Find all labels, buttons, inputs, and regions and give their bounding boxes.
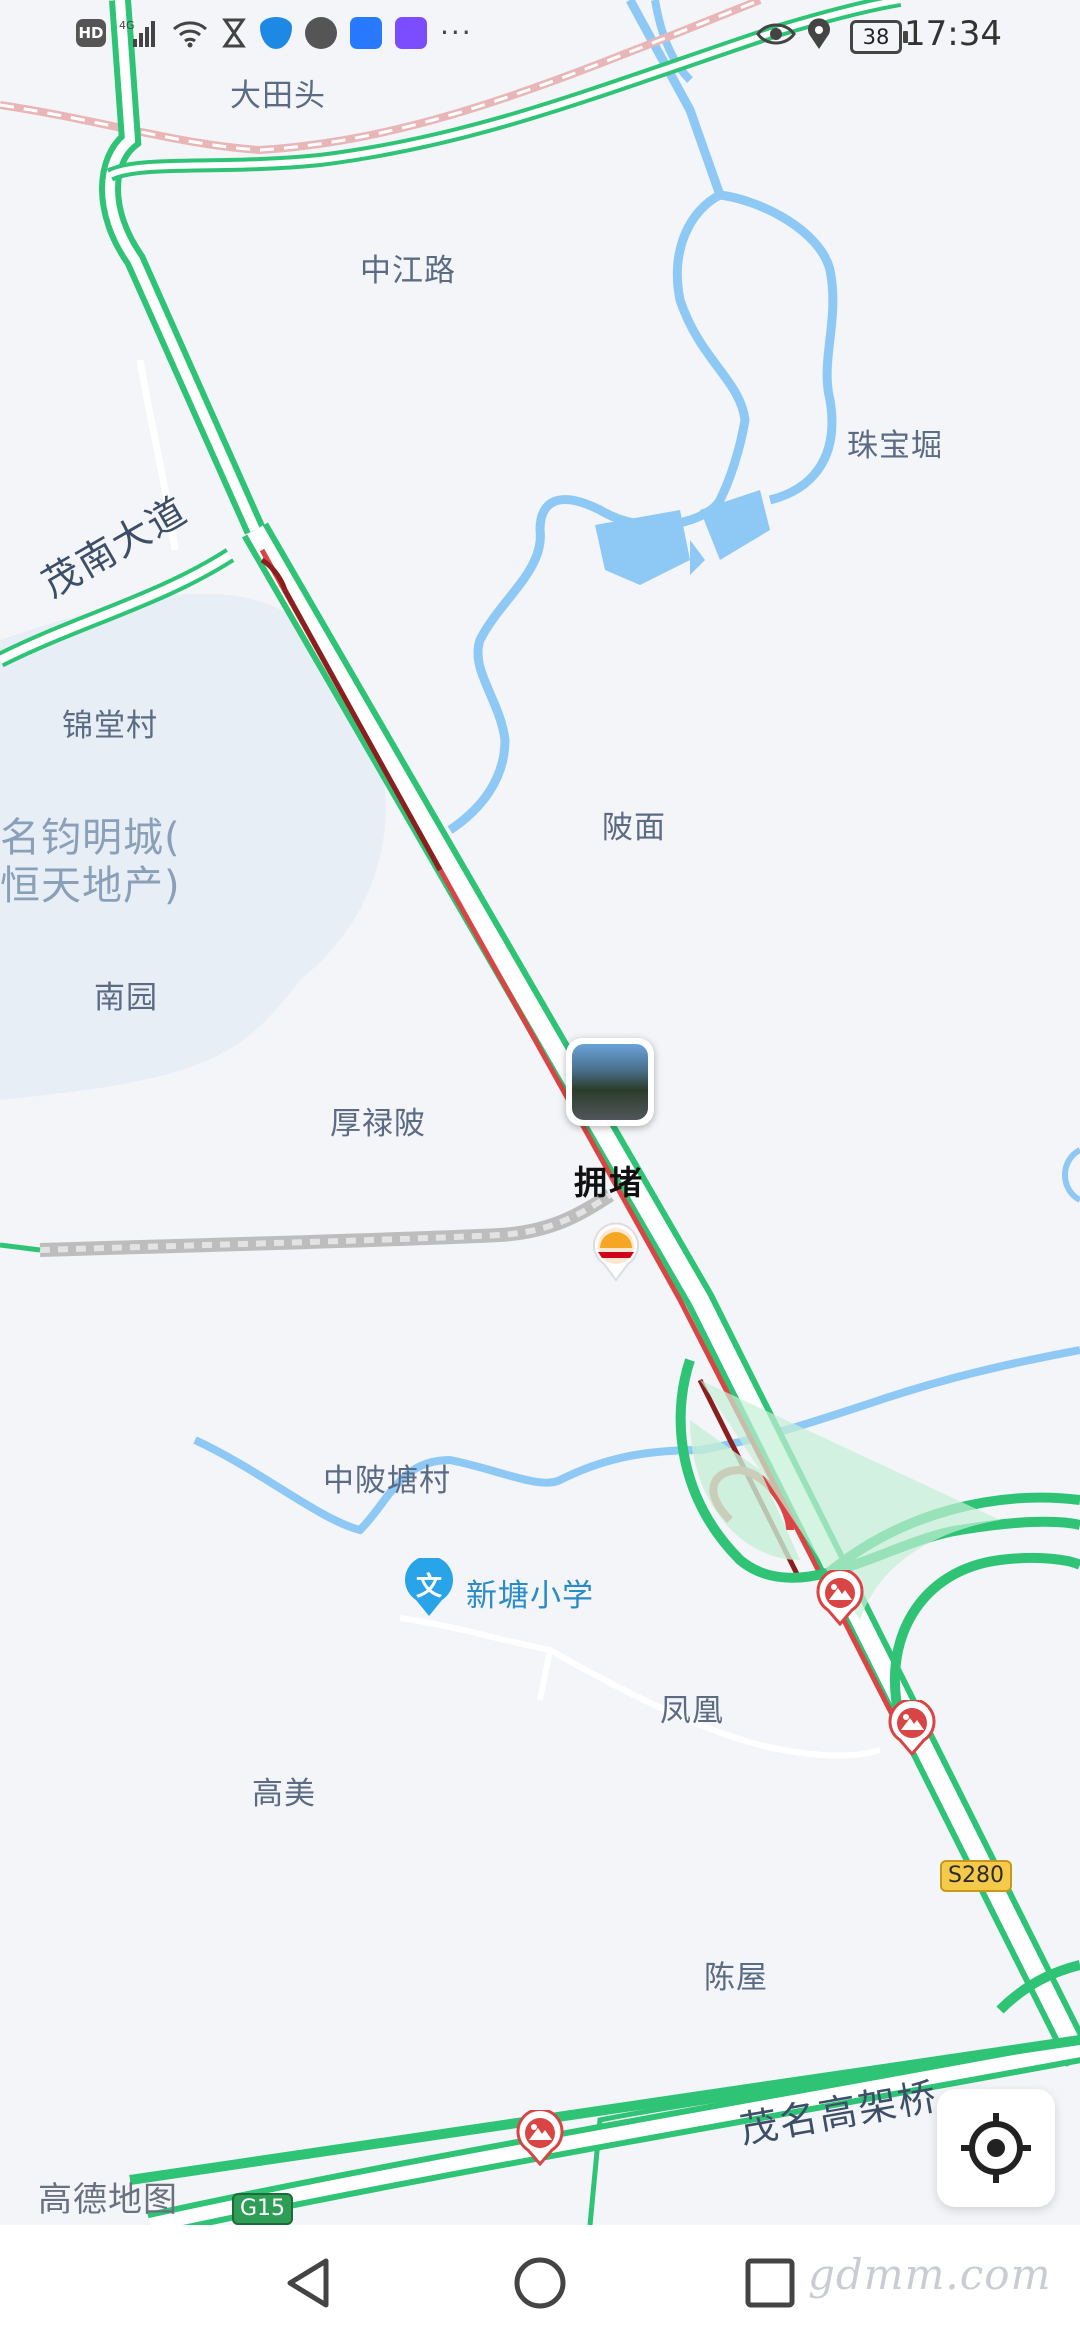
watermark: gdmm.com (808, 2250, 1052, 2299)
4g-signal-icon: 4G (119, 19, 155, 47)
map-roads-layer (0, 0, 1080, 2225)
crosshair-icon (961, 2113, 1031, 2183)
clock: 17:34 (904, 14, 1002, 54)
cloud-icon (350, 16, 382, 49)
recent-apps-icon[interactable] (742, 2255, 798, 2311)
hd-icon: HD (76, 18, 106, 47)
school-icon[interactable]: 文 (404, 1558, 454, 1618)
place-label: 厚禄陂 (330, 1106, 426, 1142)
road-shield-g15: G15 (232, 2193, 294, 2225)
place-label: 中江路 (360, 253, 456, 289)
place-label: 中陂塘村 (323, 1463, 451, 1499)
road-shield-s280: S280 (940, 1860, 1012, 1892)
hourglass-icon (222, 18, 246, 47)
place-label: 南园 (94, 980, 158, 1016)
status-bar: HD 4G ··· 38 17:34 (0, 0, 1080, 70)
construction-icon[interactable] (516, 2110, 564, 2166)
notes-app-icon (395, 16, 427, 49)
traffic-jam-label: 拥堵 (574, 1163, 644, 1202)
gas-station-icon[interactable] (592, 1222, 640, 1282)
locate-me-button[interactable] (937, 2089, 1055, 2207)
place-label: 陈屋 (704, 1960, 768, 1996)
map-canvas[interactable]: 大田头 中江路 珠宝堀 锦堂村 名钧明城( 恒天地产) 南园 陂面 厚禄陂 中陂… (0, 0, 1080, 2225)
place-label: 陂面 (602, 810, 666, 846)
place-label: 高美 (252, 1776, 316, 1812)
privacy-icon (305, 16, 337, 49)
place-label: 锦堂村 (62, 708, 158, 744)
battery-indicator: 38 (850, 20, 908, 54)
amap-brand-logo: 高德地图 (38, 2180, 178, 2220)
place-label: 大田头 (230, 78, 326, 114)
more-dots-icon: ··· (440, 16, 473, 49)
school-badge: 文 (415, 1572, 442, 1602)
area-label: 名钧明城( (0, 815, 181, 861)
construction-icon[interactable] (816, 1570, 864, 1626)
place-label: 珠宝堀 (847, 428, 943, 464)
home-circle-icon[interactable] (512, 2255, 568, 2311)
back-triangle-icon[interactable] (282, 2255, 338, 2311)
area-label: 恒天地产) (0, 863, 181, 909)
wifi-icon (173, 20, 207, 47)
svg-text:4G: 4G (119, 19, 135, 32)
eye-icon (756, 23, 796, 45)
shield-icon (260, 16, 292, 49)
poi-label-school[interactable]: 新塘小学 (466, 1570, 594, 1615)
location-icon (808, 18, 830, 49)
place-label: 凤凰 (660, 1693, 724, 1729)
photo-thumbnail (572, 1044, 648, 1120)
construction-icon[interactable] (888, 1700, 936, 1756)
traffic-photo-marker[interactable] (566, 1038, 654, 1126)
